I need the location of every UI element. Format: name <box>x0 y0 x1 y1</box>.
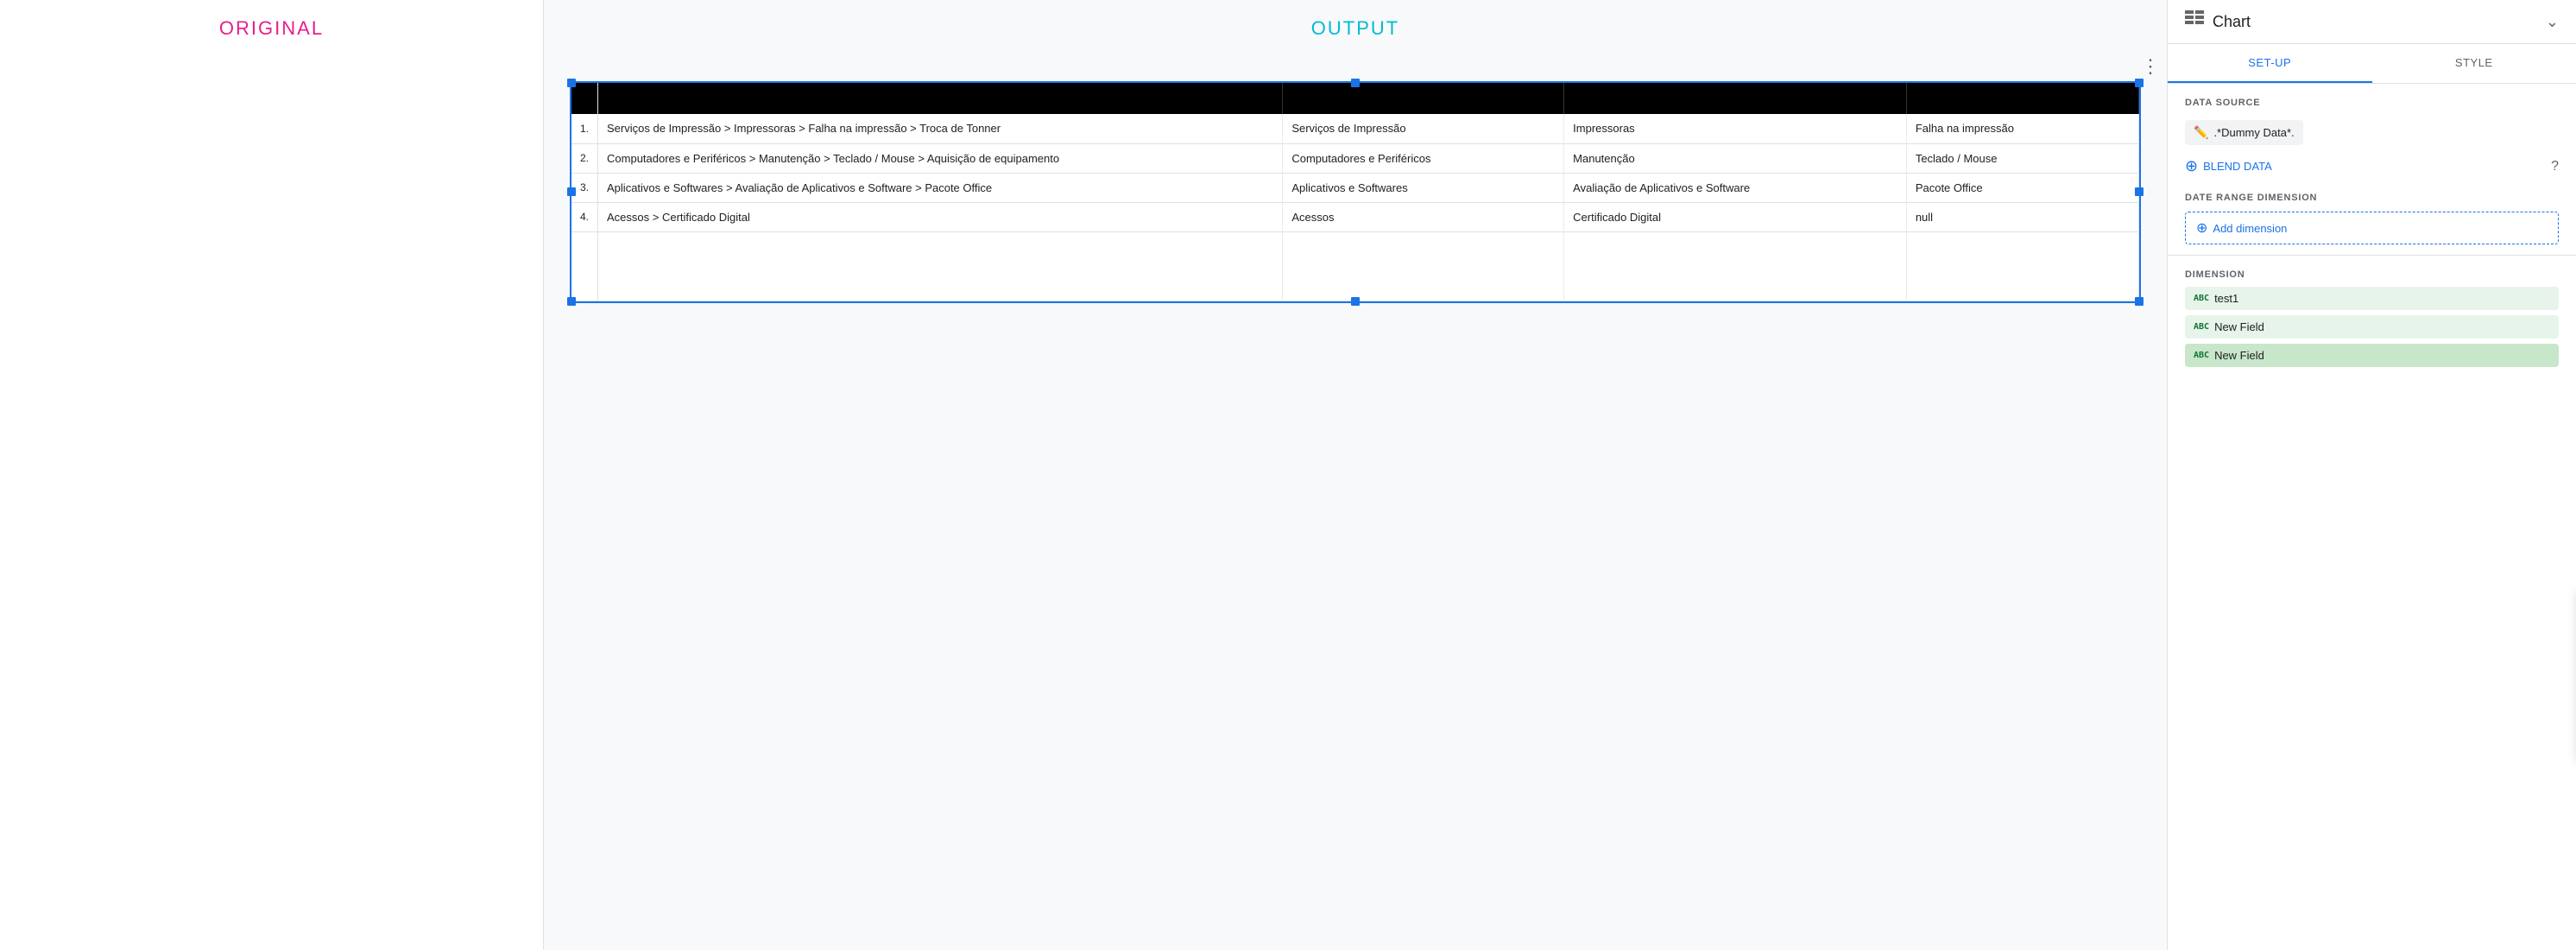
resize-handle-mid-left[interactable] <box>567 187 576 196</box>
chart-title-group: Chart <box>2185 10 2251 33</box>
field-name-test1: test1 <box>2214 292 2238 305</box>
chart-title: Chart <box>2213 13 2251 31</box>
resize-handle-top-right[interactable] <box>2135 79 2144 87</box>
row-num-1: 1. <box>571 114 598 143</box>
header-num <box>571 83 598 114</box>
row-1-col2: Impressoras <box>1564 114 1907 143</box>
blend-add-icon: ⊕ <box>2185 157 2198 175</box>
row-2-col2: Manutenção <box>1564 143 1907 173</box>
data-source-value: .*Dummy Data*. <box>2213 126 2294 139</box>
row-empty-source <box>598 231 1283 301</box>
date-range-label: Date Range Dimension <box>2185 189 2559 206</box>
blend-data-button[interactable]: BLEND DATA <box>2203 160 2272 173</box>
data-source-chip[interactable]: ✏️ .*Dummy Data*. <box>2185 120 2303 145</box>
table-row: 4. Acessos > Certificado Digital Acessos… <box>571 202 2139 231</box>
resize-handle-top-mid[interactable] <box>1351 79 1360 87</box>
table-header-row <box>571 83 2139 114</box>
row-4-col2: Certificado Digital <box>1564 202 1907 231</box>
abc-icon-1: ABC <box>2194 294 2209 303</box>
data-table: 1. Serviços de Impressão > Impressoras >… <box>571 83 2139 301</box>
resize-handle-bot-right[interactable] <box>2135 297 2144 306</box>
row-empty-col1 <box>1283 231 1564 301</box>
add-dimension-plus: ⊕ <box>2196 219 2207 237</box>
dimension-field-new2-highlighted[interactable]: ABC New Field <box>2185 344 2559 367</box>
row-num-4: 4. <box>571 202 598 231</box>
resize-handle-mid-right[interactable] <box>2135 187 2144 196</box>
dimension-label: Dimension <box>2185 263 2559 287</box>
data-source-row: ✏️ .*Dummy Data*. <box>2168 115 2576 150</box>
right-panel-header: Chart ⌄ <box>2168 0 2576 44</box>
resize-handle-top-left[interactable] <box>567 79 576 87</box>
help-icon[interactable]: ? <box>2551 159 2559 174</box>
row-4-col1: Acessos <box>1283 202 1564 231</box>
field-name-new1: New Field <box>2214 320 2264 333</box>
right-panel: Chart ⌄ SET-UP STYLE Data source ✏️ .*Du… <box>2167 0 2576 950</box>
header-col3 <box>1906 83 2138 114</box>
right-tabs: SET-UP STYLE <box>2168 44 2576 84</box>
table-row: 2. Computadores e Periféricos > Manutenç… <box>571 143 2139 173</box>
row-3-col2: Avaliação de Aplicativos e Software <box>1564 173 1907 202</box>
table-row: 3. Aplicativos e Softwares > Avaliação d… <box>571 173 2139 202</box>
output-header: OUTPUT <box>544 0 2167 48</box>
table-row: 1. Serviços de Impressão > Impressoras >… <box>571 114 2139 143</box>
original-title: ORIGINAL <box>219 17 324 40</box>
row-3-col1: Aplicativos e Softwares <box>1283 173 1564 202</box>
blend-data-row: ⊕ BLEND DATA ? <box>2168 150 2576 182</box>
tab-style[interactable]: STYLE <box>2372 44 2576 83</box>
chevron-down-icon[interactable]: ⌄ <box>2546 13 2559 31</box>
field-name-new2: New Field <box>2214 349 2264 362</box>
dimension-field-test1[interactable]: ABC test1 <box>2185 287 2559 310</box>
row-empty-col2 <box>1564 231 1907 301</box>
date-range-section: Date Range Dimension ⊕ Add dimension <box>2168 182 2576 256</box>
header-col1 <box>1283 83 1564 114</box>
tab-setup[interactable]: SET-UP <box>2168 44 2372 83</box>
resize-handle-bot-left[interactable] <box>567 297 576 306</box>
dots-menu-bar: ⋮ <box>544 48 2167 81</box>
header-col2 <box>1564 83 1907 114</box>
data-table-wrapper: 1. Serviços de Impressão > Impressoras >… <box>570 81 2141 303</box>
row-2-col3: Teclado / Mouse <box>1906 143 2138 173</box>
main-area: OUTPUT ⋮ <box>544 0 2167 950</box>
resize-handle-bot-mid[interactable] <box>1351 297 1360 306</box>
row-3-source: Aplicativos e Softwares > Avaliação de A… <box>598 173 1283 202</box>
abc-icon-3: ABC <box>2194 351 2209 360</box>
row-4-source: Acessos > Certificado Digital <box>598 202 1283 231</box>
add-dimension-label: Add dimension <box>2213 222 2287 235</box>
data-source-label: Data source <box>2168 84 2576 115</box>
row-1-col1: Serviços de Impressão <box>1283 114 1564 143</box>
output-title: OUTPUT <box>1311 17 1399 39</box>
chart-icon <box>2185 10 2204 33</box>
row-empty-num <box>571 231 598 301</box>
row-3-col3: Pacote Office <box>1906 173 2138 202</box>
row-1-source: Serviços de Impressão > Impressoras > Fa… <box>598 114 1283 143</box>
table-row-empty <box>571 231 2139 301</box>
row-1-col3: Falha na impressão <box>1906 114 2138 143</box>
left-panel: ORIGINAL <box>0 0 544 950</box>
row-4-col3: null <box>1906 202 2138 231</box>
dimension-section: Dimension ABC test1 ABC New Field ABC Ne… <box>2168 256 2576 379</box>
abc-icon-2: ABC <box>2194 322 2209 332</box>
header-source <box>598 83 1283 114</box>
row-2-col1: Computadores e Periféricos <box>1283 143 1564 173</box>
three-dots-button[interactable]: ⋮ <box>2141 55 2162 78</box>
add-dimension-button[interactable]: ⊕ Add dimension <box>2185 212 2559 244</box>
right-panel-content: Data source ✏️ .*Dummy Data*. ⊕ BLEND DA… <box>2168 84 2576 950</box>
dimension-field-new1[interactable]: ABC New Field <box>2185 315 2559 339</box>
pencil-icon: ✏️ <box>2194 125 2208 140</box>
row-empty-col3 <box>1906 231 2138 301</box>
row-num-2: 2. <box>571 143 598 173</box>
row-2-source: Computadores e Periféricos > Manutenção … <box>598 143 1283 173</box>
